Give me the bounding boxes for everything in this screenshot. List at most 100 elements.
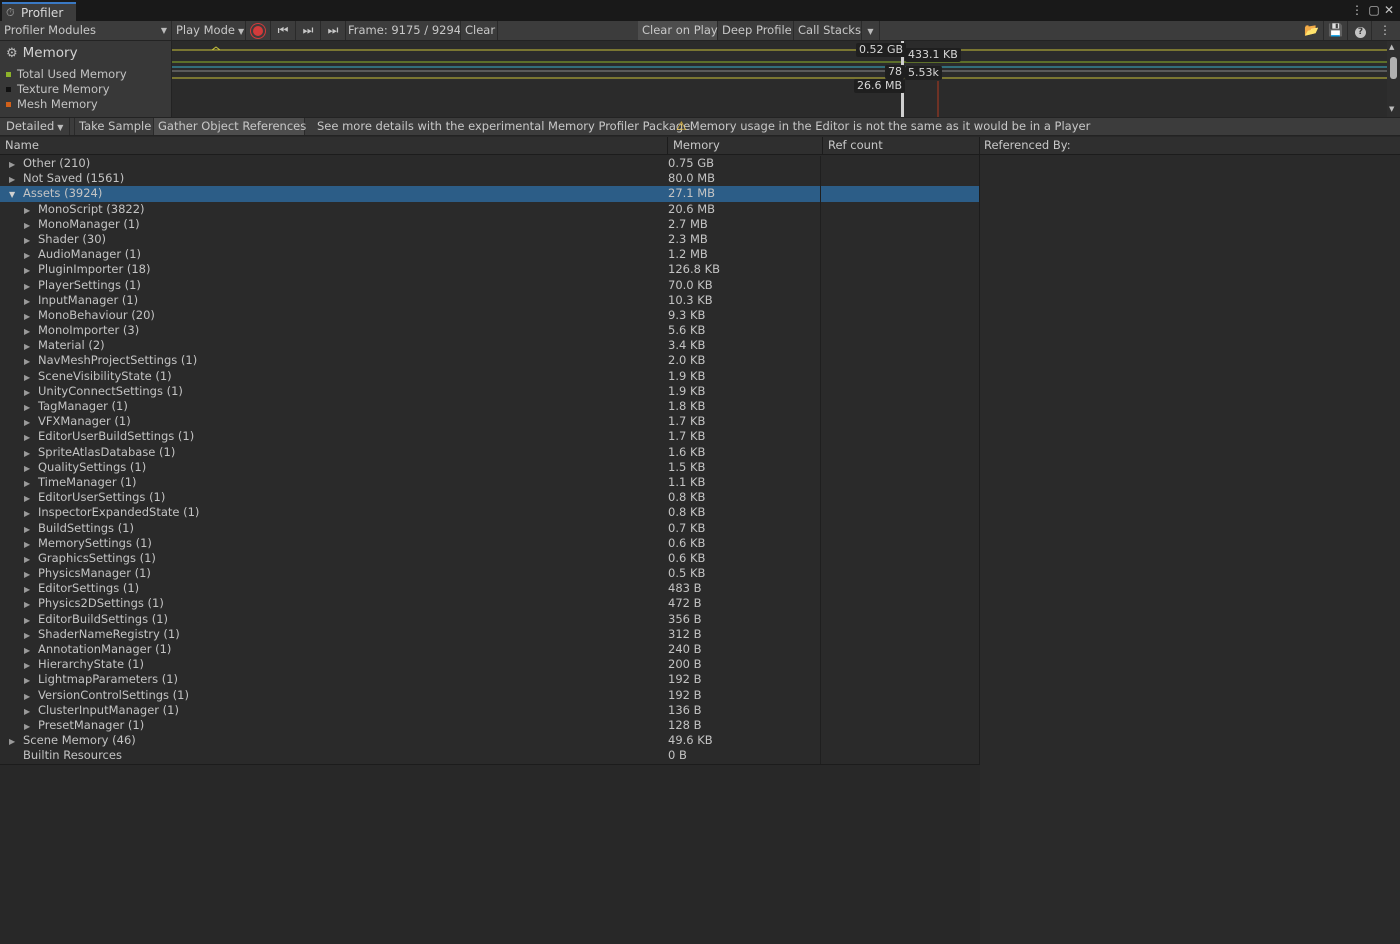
- memory-module-panel[interactable]: ⚙ Memory Total Used Memory Texture Memory…: [0, 41, 172, 117]
- tree-row[interactable]: ▶ InspectorExpandedState (1) 0.8 KB: [0, 505, 979, 521]
- clear-on-play-toggle[interactable]: Clear on Play: [638, 21, 718, 40]
- collapsed-arrow-icon[interactable]: ▶: [24, 385, 34, 400]
- tree-row[interactable]: ▶ VersionControlSettings (1) 192 B: [0, 687, 979, 704]
- tree-row[interactable]: ▶ TagManager (1) 1.8 KB: [0, 399, 979, 415]
- maximize-icon[interactable]: ▢: [1367, 3, 1381, 17]
- collapsed-arrow-icon[interactable]: ▶: [24, 476, 34, 491]
- legend-total-used-memory[interactable]: Total Used Memory: [6, 67, 127, 81]
- tree-row[interactable]: ▶ Scene Memory (46) 49.6 KB: [0, 733, 979, 749]
- collapsed-arrow-icon[interactable]: ▶: [24, 613, 34, 628]
- legend-texture-memory[interactable]: Texture Memory: [6, 82, 110, 96]
- tree-row[interactable]: Builtin Resources 0 B: [0, 748, 979, 764]
- scrollbar-thumb[interactable]: [1390, 57, 1397, 79]
- tree-row[interactable]: ▶ ClusterInputManager (1) 136 B: [0, 702, 979, 719]
- collapsed-arrow-icon[interactable]: ▶: [24, 233, 34, 248]
- collapsed-arrow-icon[interactable]: ▶: [24, 491, 34, 506]
- toolbar-menu-button[interactable]: ⋮: [1376, 21, 1394, 40]
- tree-row[interactable]: ▶ UnityConnectSettings (1) 1.9 KB: [0, 383, 979, 400]
- tree-row[interactable]: ▶ ShaderNameRegistry (1) 312 B: [0, 626, 979, 643]
- module-scrollbar[interactable]: ▲ ▼: [1387, 41, 1400, 117]
- tree-row[interactable]: ▶ BuildSettings (1) 0.7 KB: [0, 520, 979, 537]
- current-frame-button[interactable]: ⏭: [321, 21, 346, 40]
- collapsed-arrow-icon[interactable]: ▶: [24, 628, 34, 643]
- collapsed-arrow-icon[interactable]: ▶: [24, 506, 34, 521]
- tree-row[interactable]: ▶ Material (2) 3.4 KB: [0, 338, 979, 354]
- tree-row[interactable]: ▶ Other (210) 0.75 GB: [0, 156, 979, 172]
- tree-row[interactable]: ▶ PresetManager (1) 128 B: [0, 717, 979, 734]
- previous-frame-button[interactable]: ⏮: [271, 21, 296, 40]
- collapsed-arrow-icon[interactable]: ▶: [24, 400, 34, 415]
- collapsed-arrow-icon[interactable]: ▶: [24, 689, 34, 704]
- memory-chart[interactable]: 0.52 GB 433.1 KB 78 5.53k 26.6 MB: [172, 41, 1387, 117]
- collapsed-arrow-icon[interactable]: ▶: [24, 582, 34, 597]
- collapsed-arrow-icon[interactable]: ▶: [24, 324, 34, 339]
- tree-row[interactable]: ▶ EditorBuildSettings (1) 356 B: [0, 611, 979, 628]
- tree-row[interactable]: ▶ MonoImporter (3) 5.6 KB: [0, 323, 979, 339]
- tree-row[interactable]: ▶ SpriteAtlasDatabase (1) 1.6 KB: [0, 444, 979, 461]
- tree-row[interactable]: ▶ AnnotationManager (1) 240 B: [0, 642, 979, 658]
- deep-profile-toggle[interactable]: Deep Profile: [718, 21, 794, 40]
- play-mode-dropdown[interactable]: Play Mode ▼: [172, 21, 246, 40]
- collapsed-arrow-icon[interactable]: ▶: [24, 415, 34, 430]
- tree-row[interactable]: ▶ MonoBehaviour (20) 9.3 KB: [0, 307, 979, 324]
- profiler-tab[interactable]: ⏱ Profiler: [2, 2, 76, 21]
- tree-row[interactable]: ▶ TimeManager (1) 1.1 KB: [0, 474, 979, 491]
- collapsed-arrow-icon[interactable]: ▶: [24, 309, 34, 324]
- scroll-up-icon[interactable]: ▲: [1389, 43, 1394, 51]
- collapsed-arrow-icon[interactable]: ▶: [24, 430, 34, 445]
- collapsed-arrow-icon[interactable]: ▶: [9, 734, 19, 749]
- collapsed-arrow-icon[interactable]: ▶: [24, 263, 34, 278]
- collapsed-arrow-icon[interactable]: ▶: [24, 370, 34, 385]
- tree-row[interactable]: ▶ Shader (30) 2.3 MB: [0, 231, 979, 248]
- collapsed-arrow-icon[interactable]: ▶: [24, 203, 34, 218]
- expanded-arrow-icon[interactable]: ▼: [9, 187, 19, 202]
- tree-row[interactable]: ▶ VFXManager (1) 1.7 KB: [0, 414, 979, 430]
- tree-row[interactable]: ▶ GraphicsSettings (1) 0.6 KB: [0, 550, 979, 567]
- tree-row[interactable]: ▶ SceneVisibilityState (1) 1.9 KB: [0, 368, 979, 385]
- clear-button[interactable]: Clear: [460, 21, 498, 40]
- tree-row[interactable]: ▶ AudioManager (1) 1.2 MB: [0, 247, 979, 263]
- collapsed-arrow-icon[interactable]: ▶: [24, 719, 34, 734]
- record-button[interactable]: [246, 21, 271, 40]
- collapsed-arrow-icon[interactable]: ▶: [24, 461, 34, 476]
- tree-row[interactable]: ▶ LightmapParameters (1) 192 B: [0, 672, 979, 688]
- call-stacks-toggle[interactable]: Call Stacks: [794, 21, 862, 40]
- collapsed-arrow-icon[interactable]: ▶: [24, 339, 34, 354]
- collapsed-arrow-icon[interactable]: ▶: [24, 522, 34, 537]
- collapsed-arrow-icon[interactable]: ▶: [24, 446, 34, 461]
- collapsed-arrow-icon[interactable]: ▶: [24, 537, 34, 552]
- collapsed-arrow-icon[interactable]: ▶: [24, 567, 34, 582]
- gather-object-references-toggle[interactable]: Gather Object References: [154, 118, 306, 135]
- tree-row[interactable]: ▶ PlayerSettings (1) 70.0 KB: [0, 277, 979, 294]
- collapsed-arrow-icon[interactable]: ▶: [24, 597, 34, 612]
- collapsed-arrow-icon[interactable]: ▶: [24, 552, 34, 567]
- collapsed-arrow-icon[interactable]: ▶: [9, 157, 19, 172]
- help-button[interactable]: ?: [1350, 21, 1372, 40]
- legend-mesh-memory[interactable]: Mesh Memory: [6, 97, 98, 111]
- column-header-name[interactable]: Name: [0, 137, 668, 154]
- tree-row[interactable]: ▶ NavMeshProjectSettings (1) 2.0 KB: [0, 353, 979, 369]
- save-button[interactable]: 💾: [1324, 21, 1348, 40]
- collapsed-arrow-icon[interactable]: ▶: [24, 673, 34, 688]
- profiler-modules-dropdown[interactable]: Profiler Modules ▼: [0, 21, 172, 40]
- tree-row[interactable]: ▶ PhysicsManager (1) 0.5 KB: [0, 566, 979, 582]
- collapsed-arrow-icon[interactable]: ▶: [24, 643, 34, 658]
- collapsed-arrow-icon[interactable]: ▶: [24, 248, 34, 263]
- tree-row[interactable]: ▶ QualitySettings (1) 1.5 KB: [0, 459, 979, 476]
- column-header-ref-count[interactable]: Ref count: [823, 137, 980, 154]
- kebab-menu-icon[interactable]: ⋮: [1350, 3, 1364, 17]
- memory-tree-view[interactable]: Name Memory Ref count ▶ Other (210) 0.75 G…: [0, 137, 980, 765]
- next-frame-button[interactable]: ⏭: [296, 21, 321, 40]
- tree-row[interactable]: ▶ EditorSettings (1) 483 B: [0, 581, 979, 597]
- load-button[interactable]: 📂: [1300, 21, 1324, 40]
- tree-row[interactable]: ▶ MonoManager (1) 2.7 MB: [0, 216, 979, 232]
- collapsed-arrow-icon[interactable]: ▶: [24, 704, 34, 719]
- tree-row[interactable]: ▶ Physics2DSettings (1) 472 B: [0, 596, 979, 612]
- memory-profiler-package-link[interactable]: See more details with the experimental M…: [317, 118, 694, 135]
- column-header-memory[interactable]: Memory: [668, 137, 823, 154]
- collapsed-arrow-icon[interactable]: ▶: [24, 294, 34, 309]
- tree-row[interactable]: ▶ InputManager (1) 10.3 KB: [0, 292, 979, 309]
- close-icon[interactable]: ✕: [1382, 3, 1396, 17]
- collapsed-arrow-icon[interactable]: ▶: [24, 279, 34, 294]
- tree-row[interactable]: ▶ EditorUserBuildSettings (1) 1.7 KB: [0, 429, 979, 445]
